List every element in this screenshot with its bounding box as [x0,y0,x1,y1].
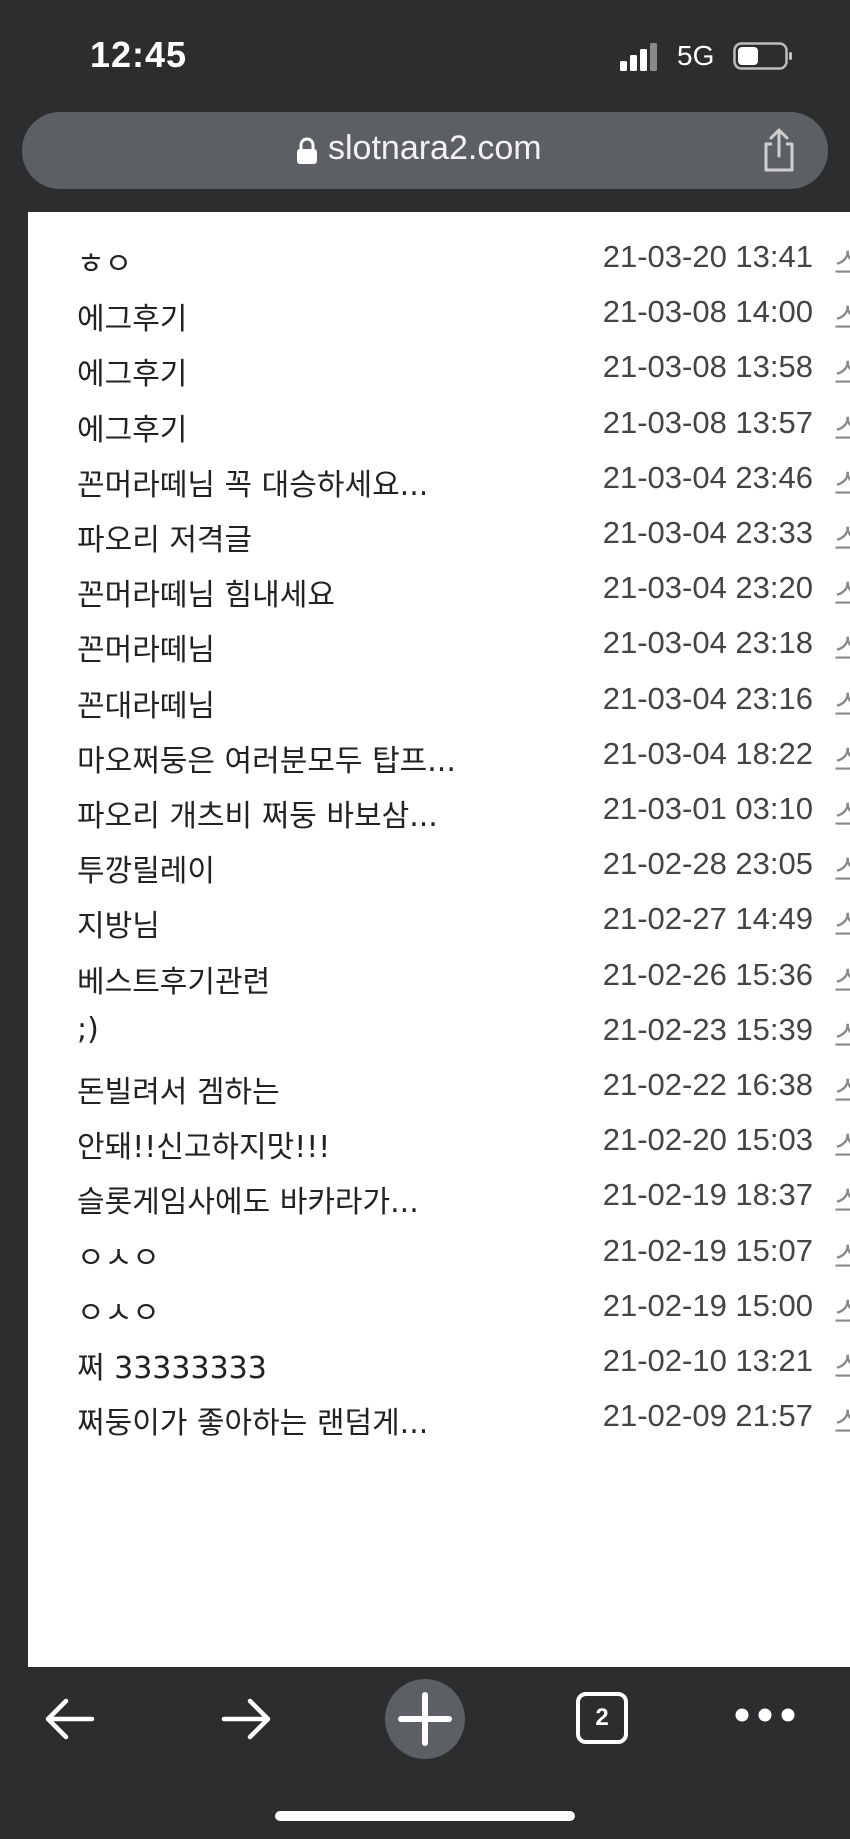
post-title[interactable]: ㅇㅅㅇ [77,1233,160,1277]
post-date: 21-03-20 13:41 [602,239,813,274]
plus-icon [398,1692,452,1746]
status-bar: 12:45 5G [0,0,850,108]
post-extra: 스 [834,1351,850,1386]
network-label: 5G [677,40,715,71]
post-date: 21-02-19 18:37 [602,1177,813,1213]
share-icon[interactable] [758,128,800,172]
post-title[interactable]: 꼰대라떼님 [77,681,215,725]
address-bar[interactable]: slotnara2.com [22,112,828,189]
post-extra: 스 [834,467,850,503]
post-extra: 스 [834,909,850,945]
post-date: 21-03-04 23:18 [602,625,813,661]
post-extra: 스 [834,743,850,779]
post-title[interactable]: 슬롯게임사에도 바카라가... [77,1177,419,1221]
post-date: 21-02-10 13:21 [602,1343,813,1378]
post-extra: 스 [834,1075,850,1110]
post-date: 21-03-08 13:57 [602,404,813,440]
signal-icon [620,43,657,71]
post-extra: 스 [834,688,850,724]
post-title[interactable]: 지방님 [77,901,160,945]
post-title[interactable]: 베스트후기관련 [77,957,270,1001]
post-date: 21-02-09 21:57 [602,1398,813,1434]
post-title[interactable]: 파오리 저격글 [77,515,252,559]
status-time: 12:45 [90,34,188,75]
post-title[interactable]: ㅇㅅㅇ [77,1288,160,1332]
home-indicator [275,1811,575,1821]
post-title[interactable]: 꼰머라떼님 [77,625,215,669]
post-date: 21-03-04 23:46 [602,459,813,495]
post-title[interactable]: 마오쩌둥은 여러분모두 탑프... [77,736,456,780]
post-title[interactable]: 꼰머라떼님 힘내세요 [77,570,335,614]
post-date: 21-02-22 16:38 [602,1067,813,1102]
post-extra: 스 [834,633,850,669]
post-title[interactable]: 파오리 개츠비 쩌둥 바보삼... [77,791,438,835]
more-icon[interactable] [734,1705,796,1725]
lock-icon [297,137,317,164]
post-title[interactable]: 에그후기 [77,349,187,393]
post-title[interactable]: 쩌 33333333 [77,1343,267,1387]
post-extra: 스 [834,1295,850,1331]
post-date: 21-02-19 15:07 [602,1232,813,1268]
post-title[interactable]: 에그후기 [77,294,187,338]
tabs-icon: 2 [576,1692,628,1744]
post-extra: 스 [834,799,850,834]
post-title[interactable]: 투깡릴레이 [77,846,215,890]
post-title[interactable]: ;) [77,1012,99,1047]
page-left-edge [0,212,28,1667]
post-date: 21-03-04 23:16 [602,680,813,716]
post-date: 21-02-27 14:49 [602,901,813,937]
post-extra: 스 [834,1130,850,1166]
post-extra: 스 [834,302,850,338]
post-extra: 스 [834,854,850,890]
post-extra: 스 [834,247,850,282]
post-title[interactable]: 꼰머라떼님 꼭 대승하세요... [77,460,428,504]
url-text[interactable]: slotnara2.com [328,129,542,168]
post-title[interactable]: 에그후기 [77,405,187,449]
post-extra: 스 [834,412,850,448]
post-title[interactable]: 돈빌려서 겜하는 [77,1067,280,1111]
post-date: 21-02-23 15:39 [602,1011,813,1047]
battery-icon [733,42,792,70]
post-extra: 스 [834,357,850,393]
post-date: 21-02-28 23:05 [602,846,813,882]
post-date: 21-03-08 13:58 [602,349,813,385]
post-extra: 스 [834,1185,850,1221]
post-title[interactable]: ㅎㅇ [77,239,132,283]
new-tab-button[interactable] [385,1679,465,1759]
post-list: ㅎㅇ 21-03-20 13:41 스 에그후기 21-03-08 14:00 스 에그후기… [28,212,850,1667]
post-title[interactable]: 쩌둥이가 좋아하는 랜덤게... [77,1398,428,1442]
post-extra: 스 [834,1406,850,1442]
post-row[interactable]: 쩌둥이가 좋아하는 랜덤게... 21-02-09 21:57 스 [28,1388,850,1453]
post-date: 21-03-01 03:10 [602,791,813,826]
post-extra: 스 [834,578,850,614]
post-extra: 스 [834,1240,850,1276]
browser-toolbar: 2 [0,1667,850,1839]
post-date: 21-03-04 23:20 [602,570,813,606]
post-date: 21-02-26 15:36 [602,956,813,992]
post-extra: 스 [834,1019,850,1055]
back-arrow-icon[interactable] [40,1689,100,1749]
post-date: 21-02-19 15:00 [602,1287,813,1323]
forward-arrow-icon[interactable] [216,1689,276,1749]
post-date: 21-03-04 23:33 [602,515,813,550]
post-extra: 스 [834,964,850,1000]
tabs-button[interactable]: 2 [576,1692,628,1744]
post-title[interactable]: 안돼!!신고하지맛!!! [77,1122,330,1166]
post-date: 21-03-08 14:00 [602,294,813,330]
post-extra: 스 [834,523,850,558]
post-date: 21-03-04 18:22 [602,735,813,771]
post-date: 21-02-20 15:03 [602,1122,813,1158]
